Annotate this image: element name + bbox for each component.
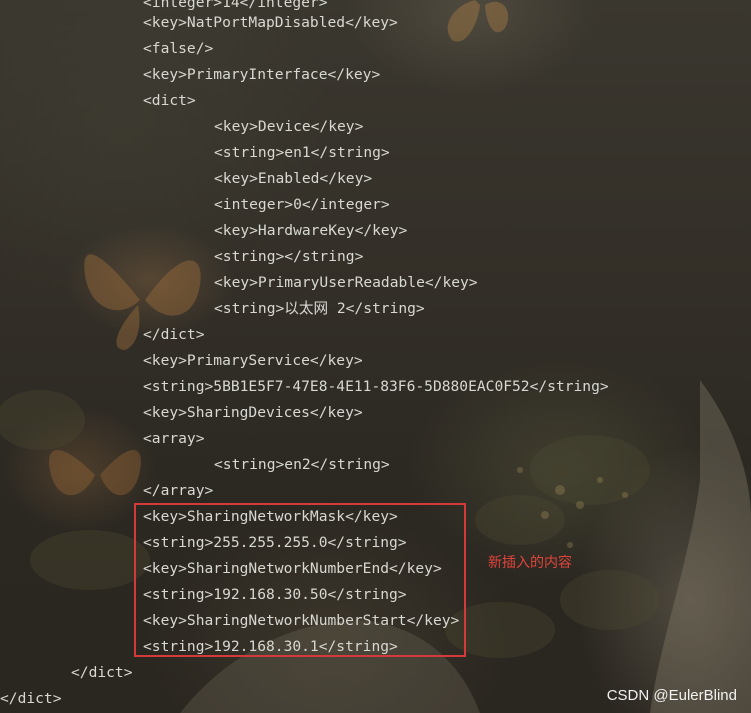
inserted-content-highlight-box [134, 503, 466, 657]
code-line: <string>en2</string> [214, 456, 390, 473]
code-line: </dict> [143, 326, 205, 343]
code-line: <key>PrimaryUserReadable</key> [214, 274, 478, 291]
code-line: </array> [143, 482, 214, 499]
code-line: <key>NatPortMapDisabled</key> [143, 14, 398, 31]
code-line: <key>PrimaryInterface</key> [143, 66, 381, 83]
code-line: <string>5BB1E5F7-47E8-4E11-83F6-5D880EAC… [143, 378, 609, 395]
code-line: <false/> [143, 40, 214, 57]
code-line: <key>Device</key> [214, 118, 364, 135]
code-line: <string></string> [214, 248, 364, 265]
code-line: <string>以太网 2</string> [214, 300, 425, 317]
code-line: <key>Enabled</key> [214, 170, 373, 187]
code-line: <integer>0</integer> [214, 196, 390, 213]
code-line: <key>PrimaryService</key> [143, 352, 363, 369]
code-line: </dict> [71, 664, 133, 681]
code-line: <key>HardwareKey</key> [214, 222, 408, 239]
code-line: <key>SharingDevices</key> [143, 404, 363, 421]
csdn-watermark: CSDN @EulerBlind [606, 687, 737, 704]
code-line: <string>en1</string> [214, 144, 390, 161]
inserted-content-annotation: 新插入的内容 [488, 555, 572, 571]
code-line: <array> [143, 430, 205, 447]
code-line: <dict> [143, 92, 196, 109]
code-line: </dict> [0, 690, 62, 707]
